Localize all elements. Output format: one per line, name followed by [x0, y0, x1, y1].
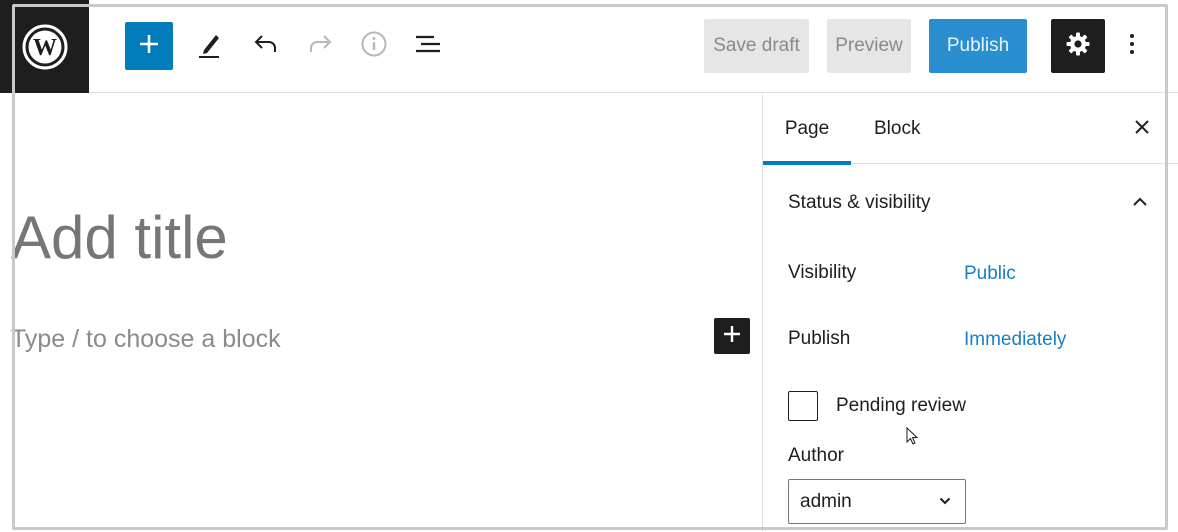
- mouse-cursor-icon: [906, 426, 920, 447]
- info-icon: [360, 30, 388, 63]
- chevron-up-icon: [1128, 190, 1152, 214]
- visibility-label: Visibility: [788, 262, 857, 283]
- publish-button[interactable]: Publish: [929, 19, 1027, 73]
- settings-sidebar: Page Block Status & visibility Visibilit…: [762, 94, 1178, 532]
- chevron-down-icon: [937, 493, 953, 509]
- tab-block[interactable]: Block: [874, 94, 920, 164]
- post-title-input[interactable]: Add title: [11, 208, 228, 268]
- pending-review-checkbox[interactable]: [788, 391, 818, 421]
- more-vertical-icon: [1129, 32, 1135, 61]
- pending-review-label[interactable]: Pending review: [836, 395, 966, 417]
- default-block-appender[interactable]: Type / to choose a block: [11, 325, 281, 354]
- author-select-value: admin: [800, 490, 852, 512]
- author-select[interactable]: admin: [788, 479, 966, 524]
- close-icon: [1134, 119, 1150, 140]
- list-view-icon: [413, 32, 443, 61]
- svg-text:W: W: [33, 35, 57, 61]
- details-button[interactable]: [354, 26, 394, 66]
- editor-canvas: Add title Type / to choose a block: [0, 94, 762, 532]
- undo-icon: [252, 32, 280, 61]
- plus-icon: [138, 33, 160, 60]
- publish-date-toggle[interactable]: Immediately: [964, 329, 1066, 351]
- save-draft-button[interactable]: Save draft: [704, 19, 809, 73]
- status-visibility-panel-toggle[interactable]: Status & visibility: [763, 165, 1178, 241]
- redo-button[interactable]: [300, 26, 340, 66]
- list-view-button[interactable]: [408, 26, 448, 66]
- publish-date-label: Publish: [788, 328, 851, 349]
- sidebar-tabs: Page Block: [763, 94, 1178, 165]
- undo-button[interactable]: [246, 26, 286, 66]
- tools-button[interactable]: [190, 26, 230, 66]
- settings-button[interactable]: [1051, 19, 1105, 73]
- gear-icon: [1065, 31, 1091, 62]
- add-block-button[interactable]: [125, 22, 173, 70]
- editor-toolbar: W Save draft Preview Publish: [0, 0, 1178, 93]
- redo-icon: [306, 32, 334, 61]
- visibility-toggle[interactable]: Public: [964, 263, 1016, 285]
- pencil-icon: [196, 29, 224, 64]
- wordpress-logo-icon[interactable]: W: [0, 0, 89, 93]
- plus-icon: [722, 324, 742, 349]
- inline-add-block-button[interactable]: [714, 318, 750, 354]
- tab-page[interactable]: Page: [763, 94, 851, 165]
- preview-button[interactable]: Preview: [827, 19, 911, 73]
- author-label: Author: [788, 445, 844, 466]
- close-sidebar-button[interactable]: [1127, 114, 1157, 144]
- options-button[interactable]: [1116, 26, 1148, 66]
